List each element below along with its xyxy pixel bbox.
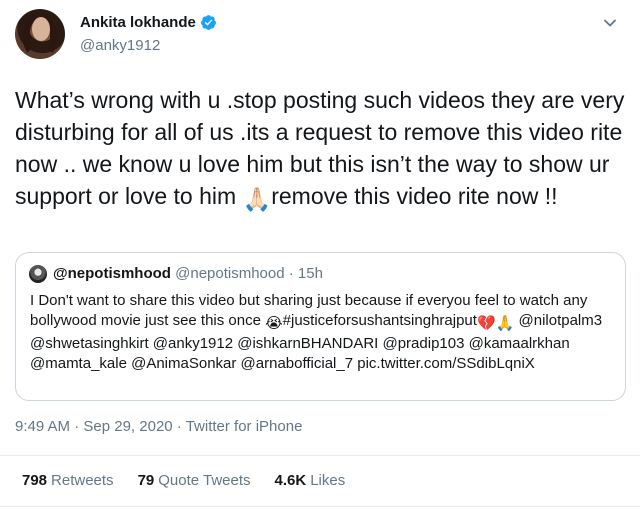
author-avatar[interactable]: [15, 9, 65, 59]
quote-tweets-stat[interactable]: 79 Quote Tweets: [138, 472, 251, 489]
divider: [0, 506, 640, 507]
likes-stat[interactable]: 4.6K Likes: [275, 472, 346, 489]
tweet-stats: 798 Retweets 79 Quote Tweets 4.6K Likes: [22, 472, 345, 489]
tweet-text-part2: remove this video rite now !!: [271, 183, 558, 209]
author-name[interactable]: Ankita lokhande: [80, 14, 196, 31]
crying-face-emoji: 😭: [265, 315, 283, 332]
tweet-source[interactable]: Twitter for iPhone: [186, 418, 303, 435]
broken-heart-emoji: 💔: [476, 315, 496, 332]
author-handle[interactable]: @anky1912: [80, 37, 160, 54]
tweet-date[interactable]: Sep 29, 2020: [83, 418, 172, 435]
tweet-text: What’s wrong with u .stop posting such v…: [15, 84, 627, 215]
praying-hands-emoji: 🙏🏻: [242, 186, 272, 212]
verified-badge-icon: [200, 15, 216, 30]
praying-hands-emoji: 🙏: [495, 315, 515, 332]
quoted-name: @nepotismhood: [53, 265, 171, 282]
retweets-stat[interactable]: 798 Retweets: [22, 472, 114, 489]
quoted-time: · 15h: [288, 265, 323, 282]
meta-separator: ·: [172, 418, 186, 435]
meta-separator: ·: [70, 418, 84, 435]
quoted-avatar: [29, 265, 47, 283]
quoted-tweet[interactable]: @nepotismhood @nepotismhood · 15h I Don'…: [15, 252, 626, 401]
tweet-time[interactable]: 9:49 AM: [15, 418, 70, 435]
tweet-card: Ankita lokhande @anky1912 What’s wrong w…: [0, 0, 640, 510]
quoted-handle: @nepotismhood: [175, 265, 285, 282]
tweet-meta: 9:49 AM · Sep 29, 2020 · Twitter for iPh…: [15, 418, 302, 435]
chevron-down-icon[interactable]: [603, 16, 617, 30]
quoted-hashtag[interactable]: #justiceforsushantsinghrajput: [283, 312, 477, 329]
author-name-row: Ankita lokhande: [80, 14, 217, 31]
quoted-text: I Don't want to share this video but sha…: [30, 291, 620, 374]
quoted-header: @nepotismhood @nepotismhood · 15h: [53, 265, 323, 282]
divider: [0, 455, 640, 456]
